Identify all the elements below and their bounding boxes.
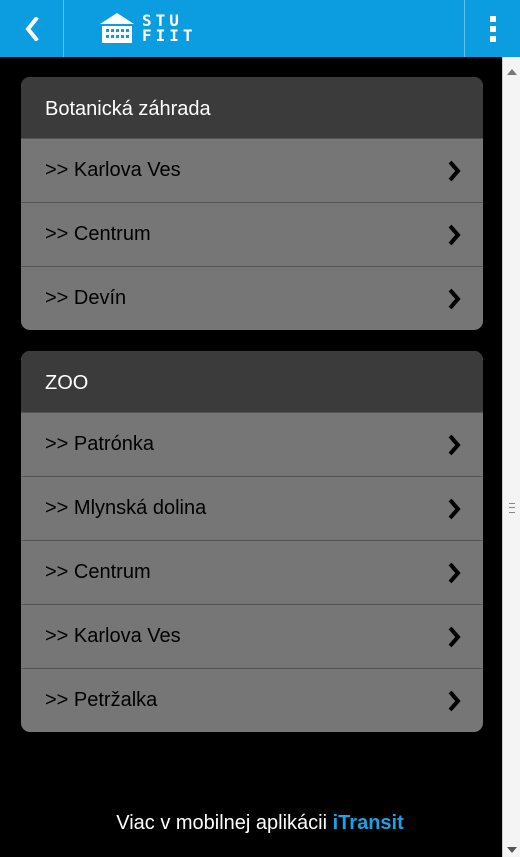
logo-line-2: FIIT bbox=[142, 26, 197, 45]
list-item[interactable]: >> Karlova Ves bbox=[21, 604, 483, 668]
list-item-label: >> Karlova Ves bbox=[45, 159, 181, 181]
list-item-label: >> Devín bbox=[45, 287, 127, 309]
more-vertical-icon bbox=[489, 15, 496, 42]
chevron-right-icon bbox=[448, 498, 461, 519]
app-header: STU FIIT bbox=[0, 0, 520, 57]
stu-fiit-logo: STU FIIT bbox=[98, 8, 208, 48]
list-item[interactable]: >> Petržalka bbox=[21, 668, 483, 732]
list-item[interactable]: >> Karlova Ves bbox=[21, 138, 483, 202]
group-zoo: ZOO >> Patrónka >> Mlynská dolina >> Cen… bbox=[21, 351, 483, 732]
chevron-right-icon bbox=[448, 434, 461, 455]
list-item-label: >> Mlynská dolina bbox=[45, 497, 207, 519]
list-item-label: >> Karlova Ves bbox=[45, 625, 181, 647]
list-item-label: >> Petržalka bbox=[45, 689, 158, 711]
list-item-label: >> Patrónka bbox=[45, 433, 154, 455]
chevron-right-icon bbox=[448, 224, 461, 245]
itransit-promo: Viac v mobilnej aplikácii iTransit bbox=[0, 812, 520, 835]
chevron-right-icon bbox=[448, 288, 461, 309]
list-item-label: >> Centrum bbox=[45, 223, 151, 245]
promo-text: Viac v mobilnej aplikácii bbox=[116, 812, 333, 834]
scrollbar[interactable] bbox=[502, 57, 520, 857]
back-button[interactable] bbox=[0, 0, 64, 57]
list-item-label: >> Centrum bbox=[45, 561, 151, 583]
chevron-right-icon bbox=[448, 690, 461, 711]
group-title: Botanická záhrada bbox=[21, 77, 483, 138]
group-botanicka-zahrada: Botanická záhrada >> Karlova Ves >> Cent… bbox=[21, 77, 483, 330]
scroll-down-arrow-icon[interactable] bbox=[507, 847, 517, 853]
group-title: ZOO bbox=[21, 351, 483, 412]
itransit-link[interactable]: iTransit bbox=[333, 812, 404, 834]
list-item[interactable]: >> Mlynská dolina bbox=[21, 476, 483, 540]
list-item[interactable]: >> Centrum bbox=[21, 540, 483, 604]
chevron-right-icon bbox=[448, 626, 461, 647]
scroll-thumb-grip-icon[interactable] bbox=[509, 503, 515, 513]
scroll-up-arrow-icon[interactable] bbox=[507, 69, 517, 75]
list-item[interactable]: >> Devín bbox=[21, 266, 483, 330]
list-item[interactable]: >> Patrónka bbox=[21, 412, 483, 476]
chevron-right-icon bbox=[448, 562, 461, 583]
chevron-left-icon bbox=[24, 16, 39, 41]
chevron-right-icon bbox=[448, 160, 461, 181]
stop-groups: Botanická záhrada >> Karlova Ves >> Cent… bbox=[21, 77, 483, 753]
list-item[interactable]: >> Centrum bbox=[21, 202, 483, 266]
logo-text: STU FIIT bbox=[142, 13, 197, 45]
university-building-icon bbox=[100, 13, 134, 43]
overflow-menu-button[interactable] bbox=[464, 0, 520, 57]
